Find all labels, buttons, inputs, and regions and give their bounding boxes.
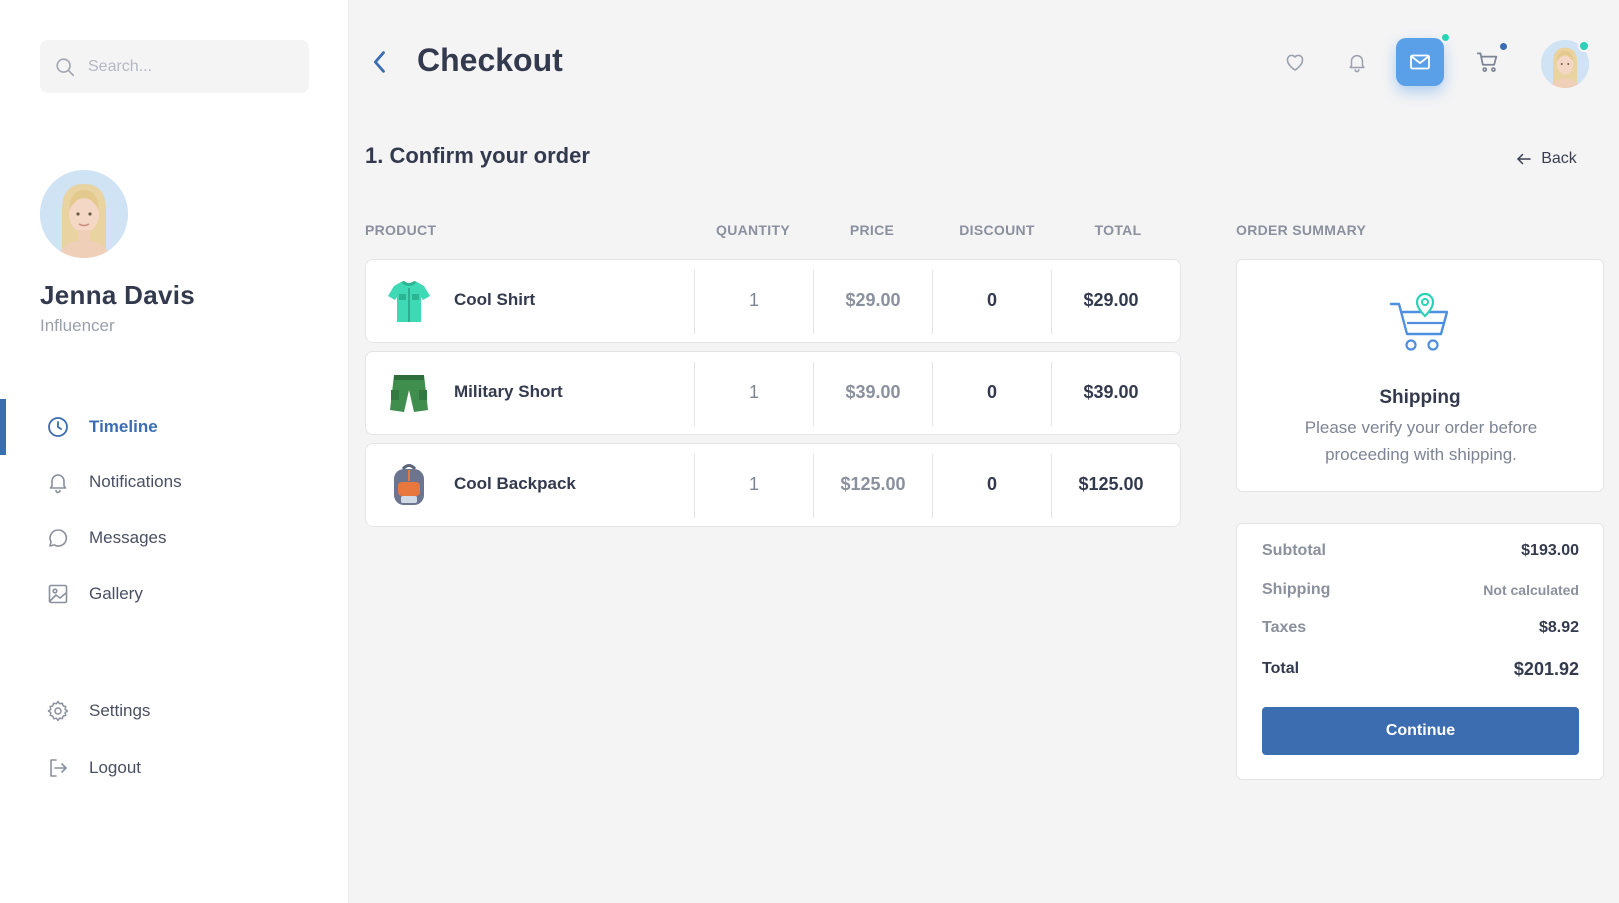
backpack-icon [394,464,424,505]
shorts-icon [390,375,428,412]
clock-icon [48,417,68,437]
bell-icon [49,474,67,494]
shipping-row: Shipping Not calculated [1262,575,1579,605]
subtotal-label: Subtotal [1262,542,1326,559]
sidebar-item-gallery[interactable]: Gallery [0,566,349,622]
online-dot [1578,40,1590,52]
total-row: Total $201.92 [1262,654,1579,684]
back-button-label: Back [1541,150,1577,167]
sidebar-item-logout[interactable]: Logout [0,740,349,796]
bell-icon [1349,54,1365,73]
cart-icon [1476,52,1498,72]
search-input[interactable] [88,57,288,76]
quantity-value: 1 [748,290,759,310]
sidebar-item-label: Logout [89,758,141,777]
search-box[interactable] [40,40,309,93]
product-name: Cool Backpack [454,474,576,493]
user-name: Jenna Davis [40,280,196,310]
discount-value: 0 [986,290,997,310]
sidebar: Jenna Davis Influencer Timeline Notifica… [0,0,349,903]
sidebar-item-settings[interactable]: Settings [0,683,349,739]
mail-icon [1410,54,1430,70]
unread-dot [1440,32,1451,43]
total-value: $29.00 [1083,290,1139,310]
shirt-icon [388,281,430,322]
taxes-value: $8.92 [1538,619,1579,636]
wishlist-button[interactable] [1271,38,1319,86]
sidebar-item-label: Timeline [89,417,158,436]
table-row: Cool Backpack 1 $125.00 0 $125.00 [365,443,1181,527]
notifications-button[interactable] [1333,38,1381,86]
product-name: Cool Shirt [454,290,536,309]
shipping-text: Please verify your order before proceedi… [1304,418,1538,464]
sidebar-item-notifications[interactable]: Notifications [0,454,349,510]
taxes-label: Taxes [1262,619,1307,636]
column-header-total: TOTAL [1094,222,1142,238]
column-header-quantity: QUANTITY [716,222,790,238]
table-row: Military Short 1 $39.00 0 $39.00 [365,351,1181,435]
chat-bubble-icon [49,529,68,547]
shipping-value: Not calculated [1483,582,1579,598]
total-value: $125.00 [1078,474,1144,494]
back-button[interactable]: Back [1490,138,1602,180]
chevron-left-icon[interactable] [366,48,394,76]
column-header-product: PRODUCT [365,222,437,238]
discount-value: 0 [986,474,997,494]
total-value: $39.00 [1083,382,1139,402]
heart-icon [1286,54,1304,71]
order-summary-heading: ORDER SUMMARY [1236,222,1367,238]
cart-dot [1498,41,1509,52]
total-value: $201.92 [1513,658,1579,679]
quantity-value: 1 [748,382,759,402]
continue-button[interactable]: Continue [1262,707,1579,755]
logout-icon [50,759,67,777]
price-value: $125.00 [840,474,906,494]
sidebar-item-label: Messages [89,528,167,547]
user-avatar [40,170,128,258]
arrow-left-icon [1517,153,1531,165]
section-title: 1. Confirm your order [365,143,590,168]
messages-button[interactable] [1396,32,1451,86]
image-icon [48,584,68,604]
price-value: $29.00 [845,290,901,310]
sidebar-item-timeline[interactable]: Timeline [0,399,349,455]
sidebar-item-label: Notifications [89,472,182,491]
column-header-discount: DISCOUNT [959,222,1035,238]
price-value: $39.00 [845,382,901,402]
column-header-price: PRICE [849,222,895,238]
quantity-value: 1 [748,474,759,494]
shipping-title: Shipping [1379,387,1461,408]
page-title: Checkout [417,42,563,78]
sidebar-item-label: Settings [89,701,151,720]
sidebar-item-label: Gallery [89,584,143,603]
subtotal-row: Subtotal $193.00 [1262,536,1579,566]
totals-card: Subtotal $193.00 Shipping Not calculated… [1236,523,1604,780]
cart-button[interactable] [1464,38,1512,86]
table-row: Cool Shirt 1 $29.00 0 $29.00 [365,259,1181,343]
search-icon [56,57,75,76]
gear-icon [47,700,69,722]
shipping-label: Shipping [1262,581,1331,598]
product-name: Military Short [454,382,563,401]
taxes-row: Taxes $8.92 [1262,613,1579,643]
cart-location-icon [1389,292,1449,351]
total-label: Total [1262,660,1300,677]
discount-value: 0 [986,382,997,402]
sidebar-item-messages[interactable]: Messages [0,510,349,566]
shipping-card: Shipping Please verify your order before… [1236,259,1604,492]
user-role: Influencer [40,316,115,335]
subtotal-value: $193.00 [1521,542,1579,559]
